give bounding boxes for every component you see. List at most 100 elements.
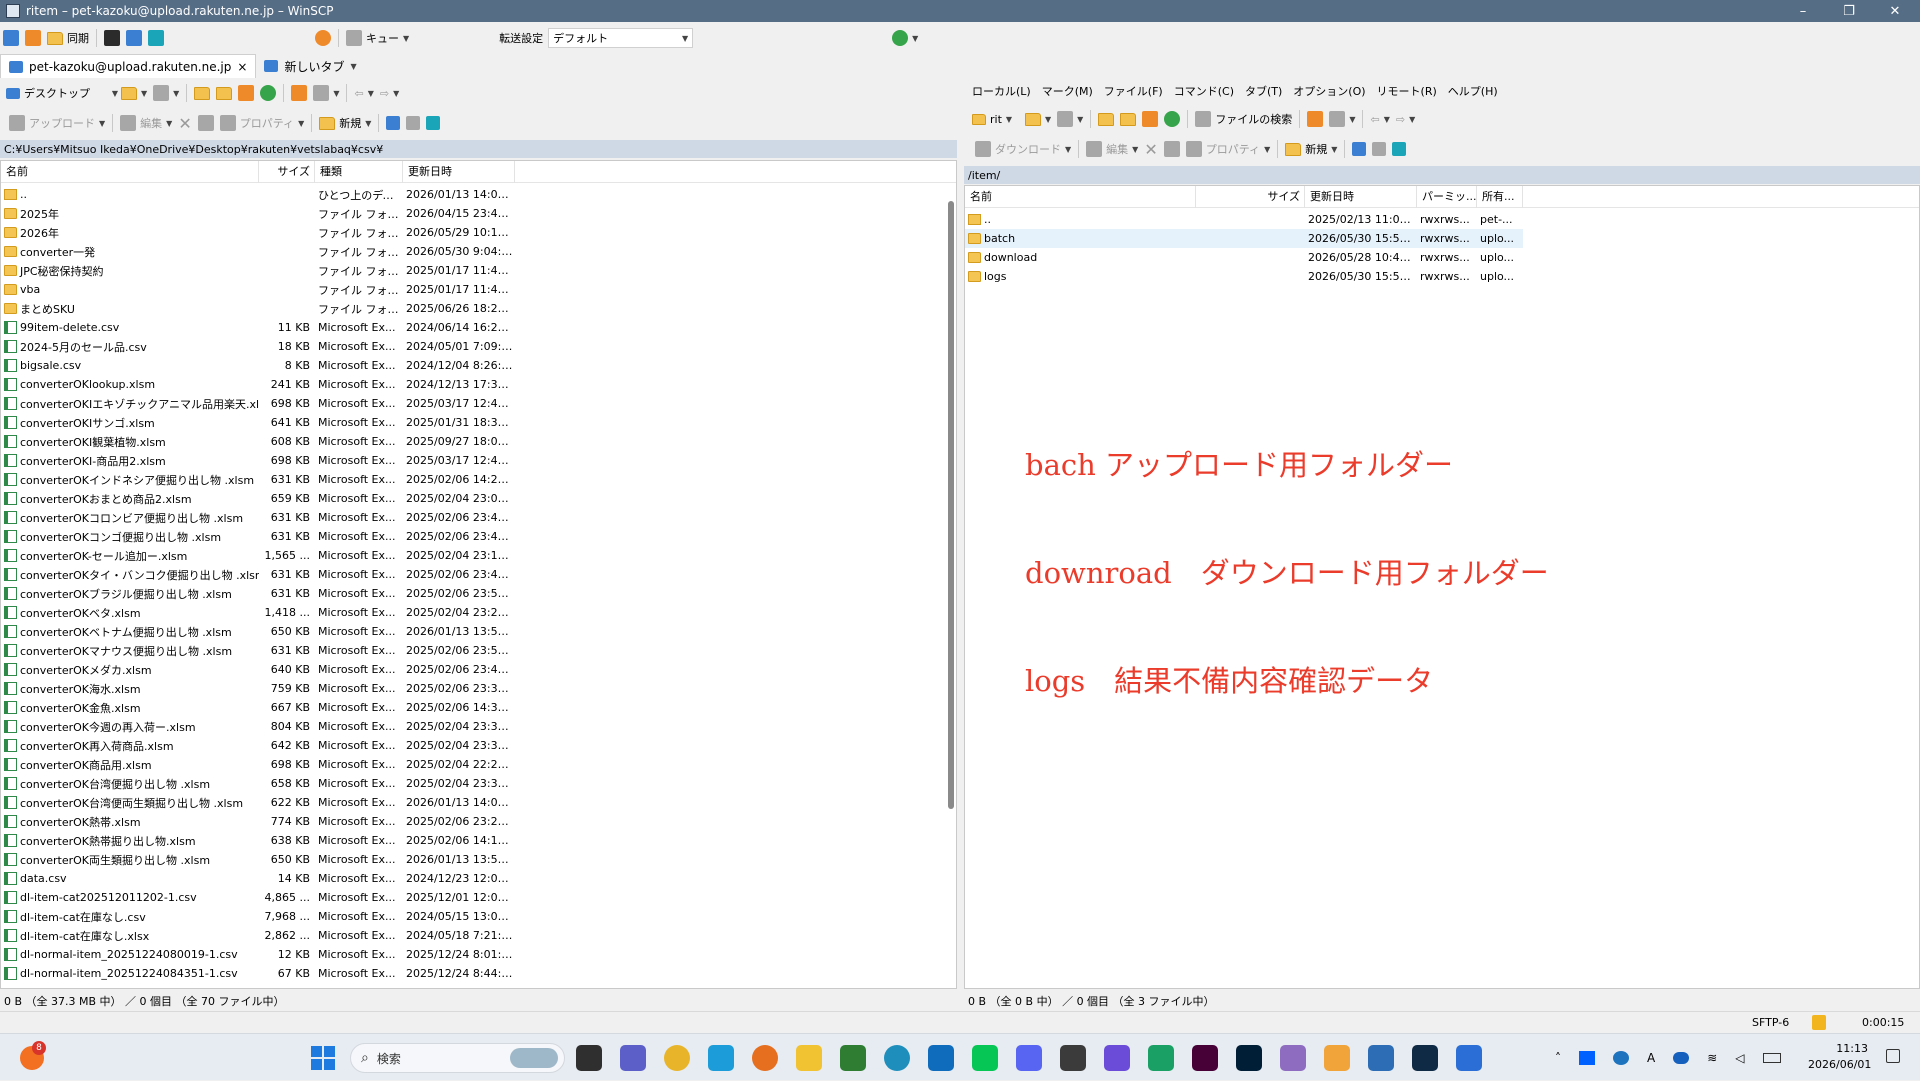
table-row[interactable]: converterOK熱帯.xlsm 774 KB Microsoft Ex... 2… (1, 812, 515, 831)
table-row[interactable]: JPC秘密保持契約 ファイル フォル... 2025/01/17 11:42:... (1, 261, 515, 280)
table-row[interactable]: dl-item-cat在庫なし.xlsx 2,862 ... Microsoft E… (1, 926, 515, 945)
table-row[interactable]: converterOK再入荷商品.xlsm 642 KB Microsoft Ex.… (1, 736, 515, 755)
remote-view-button[interactable]: ▼ (1326, 108, 1358, 130)
local-open-folder-button[interactable]: ▼ (118, 82, 150, 104)
lock-icon[interactable] (1812, 1015, 1826, 1030)
close-tab-icon[interactable]: × (237, 60, 247, 74)
table-row[interactable]: bigsale.csv 8 KB Microsoft Ex... 2024/12/04… (1, 356, 515, 375)
volume-icon[interactable]: ◁ (1735, 1051, 1744, 1065)
local-properties-button[interactable]: プロパティ ▼ (217, 112, 308, 134)
queue-button[interactable]: キュー ▼ (343, 27, 412, 49)
wifi-icon[interactable]: ≋ (1707, 1051, 1717, 1065)
app-icon[interactable] (840, 1045, 866, 1071)
local-scrollbar[interactable] (948, 201, 954, 809)
upload-button[interactable]: アップロード ▼ (6, 112, 108, 134)
menu-tab[interactable]: タブ(T) (1245, 83, 1282, 99)
table-row[interactable]: converterOKIエキゾチックアニマル品用楽天.xl... 698 KB Mi… (1, 394, 515, 413)
local-location-select[interactable]: デスクトップ ▼ (6, 83, 118, 103)
clock[interactable]: 11:13 2026/06/01 (1808, 1041, 1871, 1073)
download-button[interactable]: ダウンロード ▼ (972, 138, 1074, 160)
remote-new-button[interactable]: 新規 ▼ (1282, 138, 1340, 160)
local-select-all-button[interactable] (383, 112, 403, 134)
table-row[interactable]: converterOK海水.xlsm 759 KB Microsoft Ex... 2… (1, 679, 515, 698)
table-row[interactable]: converterOKタイ・バンコク便掘り出し物 .xlsm 631 KB Micr… (1, 565, 515, 584)
keepalive-button[interactable]: ▼ (889, 27, 921, 49)
table-row[interactable]: converterOKlookup.xlsm 241 KB Microsoft Ex… (1, 375, 515, 394)
remote-refresh-button[interactable] (1161, 108, 1183, 130)
remote-back-button[interactable]: ⇦ ▼ (1367, 108, 1392, 130)
table-row[interactable]: converterOKI観葉植物.xlsm 608 KB Microsoft Ex.… (1, 432, 515, 451)
remote-filter-select-button[interactable] (1389, 138, 1409, 160)
transfer-settings-select[interactable]: デフォルト ▼ (548, 28, 694, 48)
outlook-icon[interactable] (928, 1045, 954, 1071)
table-row[interactable]: 2025年 ファイル フォル... 2026/04/15 23:46:... (1, 204, 515, 223)
local-filter-button[interactable]: ▼ (150, 82, 182, 104)
menu-local[interactable]: ローカル(L) (972, 83, 1031, 99)
app-icon[interactable] (1324, 1045, 1350, 1071)
table-row[interactable]: converterOK商品用.xlsm 698 KB Microsoft Ex...… (1, 755, 515, 774)
battery-icon[interactable] (1762, 1052, 1781, 1063)
notification-center-icon[interactable] (1886, 1049, 1900, 1063)
tab-new[interactable]: 新しいタブ ▼ (256, 54, 364, 78)
col-modified[interactable]: 更新日時 (1305, 186, 1417, 208)
remote-tree-button[interactable] (1304, 108, 1326, 130)
remote-home-button[interactable] (1139, 108, 1161, 130)
remote-root-dir-button[interactable] (1117, 108, 1139, 130)
table-row[interactable]: converterOK金魚.xlsm 667 KB Microsoft Ex... 2… (1, 698, 515, 717)
find-files-button[interactable]: ファイルの検索 (1192, 108, 1295, 130)
session-button[interactable] (145, 27, 167, 49)
network-app-icon[interactable] (1613, 1050, 1629, 1065)
local-find-button[interactable] (288, 82, 310, 104)
compare-dirs-button[interactable] (0, 27, 22, 49)
menu-remote[interactable]: リモート(R) (1377, 83, 1437, 99)
local-edit-button[interactable]: 編集 ▼ (117, 112, 175, 134)
line-icon[interactable] (972, 1045, 998, 1071)
firefox-icon[interactable] (752, 1045, 778, 1071)
remote-select-all-button[interactable] (1349, 138, 1369, 160)
cortana-icon[interactable] (708, 1045, 734, 1071)
local-parent-dir-button[interactable] (191, 82, 213, 104)
local-refresh-button[interactable] (257, 82, 279, 104)
remote-unselect-button[interactable] (1369, 138, 1389, 160)
table-row[interactable]: converterOK台湾便掘り出し物 .xlsm 658 KB Microsoft… (1, 774, 515, 793)
table-row[interactable]: converterOKメダカ.xlsm 640 KB Microsoft Ex...… (1, 660, 515, 679)
table-row[interactable]: 99item-delete.csv 11 KB Microsoft Ex... 202… (1, 318, 515, 337)
local-new-button[interactable]: 新規 ▼ (316, 112, 374, 134)
local-file-panel[interactable]: 名前 サイズ 種類 更新日時 .. ひとつ上のディ... 2026/01/13 14… (0, 160, 957, 989)
remote-parent-dir-button[interactable] (1095, 108, 1117, 130)
table-row[interactable]: converterOKコンゴ便掘り出し物 .xlsm 631 KB Microsof… (1, 527, 515, 546)
lightroom-icon[interactable] (1412, 1045, 1438, 1071)
menu-options[interactable]: オプション(O) (1293, 83, 1365, 99)
local-rename-button[interactable] (195, 112, 217, 134)
dreamweaver-icon[interactable] (1192, 1045, 1218, 1071)
app-icon[interactable] (1280, 1045, 1306, 1071)
table-row[interactable]: download 2026/05/28 10:40:... rwxrws... upl… (965, 248, 1523, 267)
remote-rename-button[interactable] (1161, 138, 1183, 160)
local-view-button[interactable]: ▼ (310, 82, 342, 104)
dropbox-icon[interactable] (1579, 1050, 1595, 1065)
table-row[interactable]: converterOK両生類掘り出し物 .xlsm 650 KB Microsoft… (1, 850, 515, 869)
table-row[interactable]: converterOKマナウス便掘り出し物 .xlsm 631 KB Microso… (1, 641, 515, 660)
local-root-dir-button[interactable] (213, 82, 235, 104)
col-modified[interactable]: 更新日時 (403, 161, 515, 183)
start-button[interactable] (311, 1046, 335, 1070)
sync-browse-button[interactable] (22, 27, 44, 49)
table-row[interactable]: .. 2025/02/13 11:07:... rwxrws... pet-... (965, 210, 1523, 229)
menu-mark[interactable]: マーク(M) (1042, 83, 1093, 99)
close-window-button[interactable]: ✕ (1872, 0, 1918, 22)
remote-filter-button[interactable]: ▼ (1054, 108, 1086, 130)
table-row[interactable]: converterOKIサンゴ.xlsm 641 KB Microsoft Ex..… (1, 413, 515, 432)
tab-session[interactable]: pet-kazoku@upload.rakuten.ne.jp × (0, 54, 257, 78)
table-row[interactable]: converterOKブラジル便掘り出し物 .xlsm 631 KB Microso… (1, 584, 515, 603)
table-row[interactable]: .. ひとつ上のディ... 2026/01/13 14:02:... (1, 185, 515, 204)
task-view-icon[interactable] (576, 1045, 602, 1071)
local-path-bar[interactable]: C:¥Users¥Mitsuo Ikeda¥OneDrive¥Desktop¥r… (0, 140, 957, 158)
maximize-button[interactable]: ❐ (1826, 0, 1872, 22)
local-back-button[interactable]: ⇦ ▼ (351, 82, 376, 104)
local-delete-button[interactable]: ✕ (175, 112, 194, 134)
taskbar-search[interactable]: ⌕ 検索 (350, 1043, 565, 1073)
table-row[interactable]: dl-normal-item_20251224084351-1.csv 67 KB… (1, 964, 515, 983)
remote-properties-button[interactable]: プロパティ ▼ (1183, 138, 1274, 160)
col-name[interactable]: 名前 (1, 161, 259, 183)
table-row[interactable]: converterOK-セール追加ー.xlsm 1,565 ... Microsof… (1, 546, 515, 565)
